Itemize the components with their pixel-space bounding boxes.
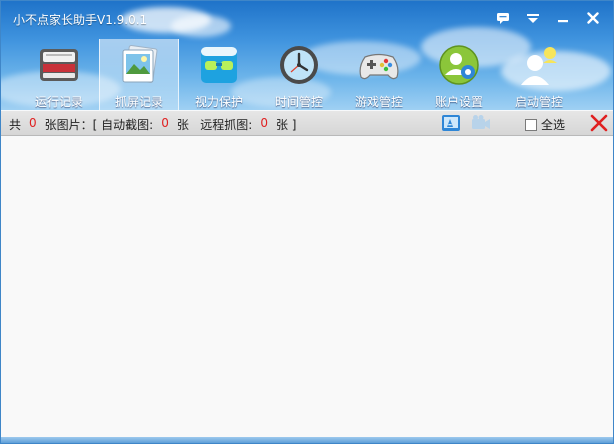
tab-label: 账户设置 (434, 95, 483, 109)
total-prefix: 共 (9, 118, 22, 132)
app-window: 小不点家长助手V1.9.0.1 运行记录 抓屏记录 视力保护 时间管控 游戏管控… (0, 0, 614, 444)
tab-startup-control[interactable]: 启动管控 (499, 39, 579, 110)
tab-label: 运行记录 (34, 95, 83, 109)
select-all[interactable]: 全选 (525, 116, 565, 133)
clock-icon (280, 46, 318, 84)
screenshot-list-area (1, 137, 613, 437)
tab-label: 游戏管控 (354, 95, 403, 109)
tab-label: 视力保护 (194, 95, 243, 109)
header: 小不点家长助手V1.9.0.1 运行记录 抓屏记录 视力保护 时间管控 游戏管控… (1, 1, 613, 110)
tab-label: 时间管控 (274, 95, 323, 109)
menu-down-icon[interactable] (525, 10, 541, 26)
tab-run-record[interactable]: 运行记录 (19, 39, 99, 110)
remote-suffix: 张 ] (275, 118, 297, 132)
remote-count: 0 (260, 116, 268, 130)
tab-time-control[interactable]: 时间管控 (259, 39, 339, 110)
tab-account-settings[interactable]: 账户设置 (419, 39, 499, 110)
main-nav: 运行记录 抓屏记录 视力保护 时间管控 游戏管控 账户设置 启动管控 (19, 39, 579, 110)
tab-game-control[interactable]: 游戏管控 (339, 39, 419, 110)
bottom-border (1, 437, 613, 443)
gamepad-icon (359, 53, 399, 80)
total-suffix: 张图片：[ 自动截图: (44, 118, 154, 132)
auto-count: 0 (161, 116, 169, 130)
select-all-checkbox[interactable] (525, 118, 537, 131)
auto-screenshot-icon[interactable] (441, 114, 461, 132)
close-button[interactable] (585, 10, 601, 26)
chat-icon[interactable] (495, 10, 511, 26)
screenshot-toolbar: 共 0 张图片：[ 自动截图: 0 张 远程抓图: 0 张 ] 全选 (1, 111, 613, 136)
window-title: 小不点家长助手V1.9.0.1 (13, 13, 148, 27)
toolbar-actions (441, 114, 491, 132)
tab-screenshot-record[interactable]: 抓屏记录 (99, 39, 179, 110)
tab-label: 启动管控 (514, 95, 563, 109)
minimize-button[interactable] (555, 10, 571, 26)
account-settings-icon (439, 45, 479, 85)
run-record-icon (40, 49, 78, 81)
select-all-label: 全选 (541, 118, 566, 132)
delete-icon[interactable] (589, 113, 609, 133)
screenshot-record-icon (122, 44, 158, 84)
auto-suffix: 张 远程抓图: (176, 118, 253, 132)
tab-label: 抓屏记录 (114, 95, 163, 109)
startup-control-icon (521, 47, 557, 85)
tab-eye-protect[interactable]: 视力保护 (179, 39, 259, 110)
screenshot-count-summary: 共 0 张图片：[ 自动截图: 0 张 远程抓图: 0 张 ] (9, 116, 296, 133)
remote-capture-camera-icon[interactable] (471, 114, 491, 132)
total-count: 0 (29, 116, 37, 130)
eye-protect-icon (201, 47, 237, 83)
window-controls (495, 10, 601, 26)
